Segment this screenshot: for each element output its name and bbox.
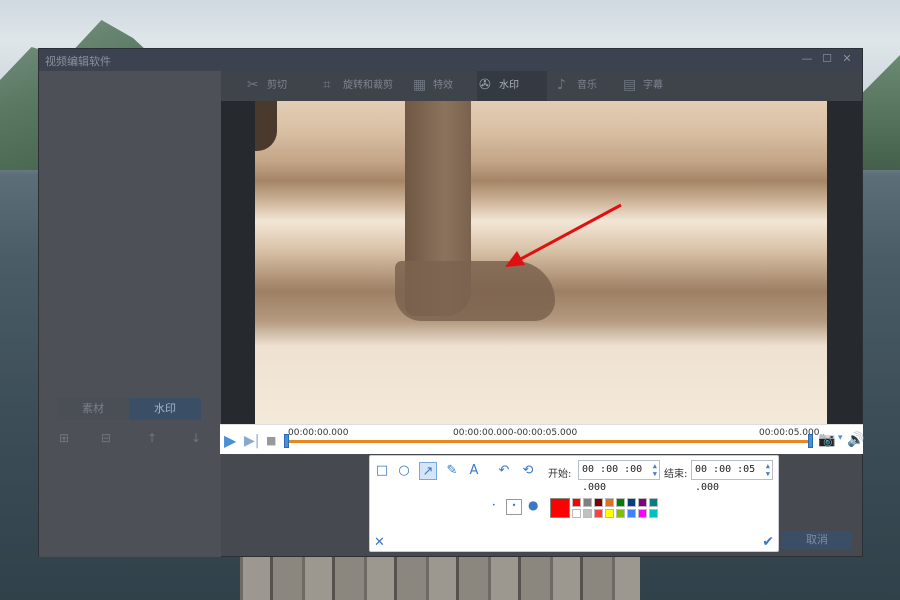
color-swatch[interactable] (638, 509, 647, 518)
volume-icon[interactable]: 🔊 (847, 432, 864, 448)
size-large-icon[interactable]: ● (528, 498, 538, 512)
left-panel: 素材 水印 ⊞ ⊟ ↑ ↓ (39, 71, 221, 557)
start-time-spinner[interactable]: ▲ ▼ (653, 462, 657, 478)
maximize-button[interactable]: ☐ (820, 52, 834, 65)
tab-materials[interactable]: 素材 (57, 398, 129, 420)
color-swatch[interactable] (594, 498, 603, 507)
color-swatch[interactable] (583, 509, 592, 518)
tab-music[interactable]: ♪ 音乐 (555, 71, 625, 101)
end-time-value: 00 :00 :05 .000 (695, 464, 756, 493)
color-swatch[interactable] (638, 498, 647, 507)
color-swatch[interactable] (594, 509, 603, 518)
annotation-editor-panel: □ ○ ↗ ✎ A ↶ ⟲ 开始: 00 :00 :00 .000 ▲ ▼ 结束:… (369, 455, 779, 552)
tab-rotate-crop-label: 旋转和裁剪 (343, 80, 393, 91)
tab-effects-label: 特效 (433, 80, 453, 91)
timeline-start-handle[interactable] (284, 434, 289, 448)
playback-controls: ▶ ▶| ■ 00:00:00.000 00:00:00.000-00:00:0… (220, 424, 864, 454)
color-swatch[interactable] (605, 509, 614, 518)
color-swatch[interactable] (605, 498, 614, 507)
tab-watermark-tool[interactable]: ✇ 水印 (477, 71, 547, 101)
tab-subtitles-label: 字幕 (643, 80, 663, 91)
tab-music-label: 音乐 (577, 80, 597, 91)
minimize-button[interactable]: — (800, 52, 814, 65)
size-medium-icon[interactable]: • (506, 499, 522, 515)
size-small-icon[interactable]: • (492, 502, 496, 509)
ellipse-tool-icon[interactable]: ○ (395, 462, 413, 480)
color-swatch[interactable] (583, 498, 592, 507)
undo-icon[interactable]: ↶ (495, 462, 513, 480)
window-title: 视频编辑软件 (45, 55, 111, 68)
color-swatch[interactable] (627, 509, 636, 518)
color-swatch[interactable] (572, 498, 581, 507)
close-button[interactable]: ✕ (840, 52, 854, 65)
crop-icon: ⌗ (323, 77, 331, 93)
music-note-icon: ♪ (557, 77, 566, 93)
pen-tool-icon[interactable]: ✎ (443, 462, 461, 480)
color-swatch[interactable] (572, 509, 581, 518)
mountain-right (860, 55, 900, 170)
move-down-icon[interactable]: ↓ (191, 431, 201, 445)
color-swatch[interactable] (616, 509, 625, 518)
move-up-icon[interactable]: ↑ (147, 431, 157, 445)
wooden-dock (240, 557, 640, 600)
confirm-check-icon[interactable]: ✔ (762, 534, 774, 550)
range-time-label: 00:00:00.000-00:00:05.000 (453, 428, 578, 438)
scissors-icon: ✂ (247, 77, 259, 93)
selected-color-swatch[interactable] (550, 498, 570, 518)
tab-cut[interactable]: ✂ 剪切 (245, 71, 327, 101)
color-swatch[interactable] (649, 509, 658, 518)
snapshot-camera-icon[interactable]: 📷 (818, 432, 835, 448)
start-time-input[interactable]: 00 :00 :00 .000 ▲ ▼ (578, 460, 660, 493)
arrow-tool-icon[interactable]: ↗ (419, 462, 437, 480)
color-swatch[interactable] (616, 498, 625, 507)
tab-watermark[interactable]: 水印 (129, 398, 201, 420)
timeline-end-handle[interactable] (808, 434, 813, 448)
play-icon[interactable]: ▶ (224, 431, 236, 450)
chevron-down-icon[interactable]: ▾ (838, 433, 843, 443)
end-time-input[interactable]: 00 :00 :05 .000 ▲ ▼ (691, 460, 773, 493)
video-frame[interactable] (255, 101, 827, 424)
film-reel-icon: ✇ (479, 77, 491, 93)
color-swatch[interactable] (627, 498, 636, 507)
close-icon[interactable]: ✕ (374, 535, 385, 550)
title-bar: 视频编辑软件 — ☐ ✕ (39, 49, 862, 71)
tab-subtitles[interactable]: ▤ 字幕 (621, 71, 701, 101)
remove-item-icon[interactable]: ⊟ (101, 431, 111, 445)
cancel-button[interactable]: 取消 (782, 531, 852, 549)
timeline-track[interactable] (288, 440, 810, 443)
color-swatch[interactable] (649, 498, 658, 507)
effects-icon: ▦ (413, 77, 427, 93)
feature-toolbar: ✂ 剪切 ⌗ 旋转和裁剪 ▦ 特效 ✇ 水印 ♪ 音乐 ▤ 字幕 (221, 71, 862, 101)
redo-icon[interactable]: ⟲ (519, 462, 537, 480)
start-time-label: 00:00:00.000 (288, 428, 349, 438)
tab-watermark-label: 水印 (499, 80, 519, 91)
rectangle-tool-icon[interactable]: □ (373, 462, 391, 480)
stop-icon[interactable]: ■ (266, 434, 276, 447)
start-label: 开始: (548, 469, 572, 480)
tab-cut-label: 剪切 (267, 80, 287, 91)
end-time-spinner[interactable]: ▲ ▼ (766, 462, 770, 478)
subtitle-icon: ▤ (623, 77, 637, 93)
next-frame-icon[interactable]: ▶| (244, 433, 259, 449)
arrow-annotation[interactable] (255, 101, 827, 424)
start-time-value: 00 :00 :00 .000 (582, 464, 643, 493)
add-item-icon[interactable]: ⊞ (59, 431, 69, 445)
video-preview-area (221, 101, 862, 424)
end-label: 结束: (664, 469, 688, 480)
text-tool-icon[interactable]: A (465, 462, 483, 480)
